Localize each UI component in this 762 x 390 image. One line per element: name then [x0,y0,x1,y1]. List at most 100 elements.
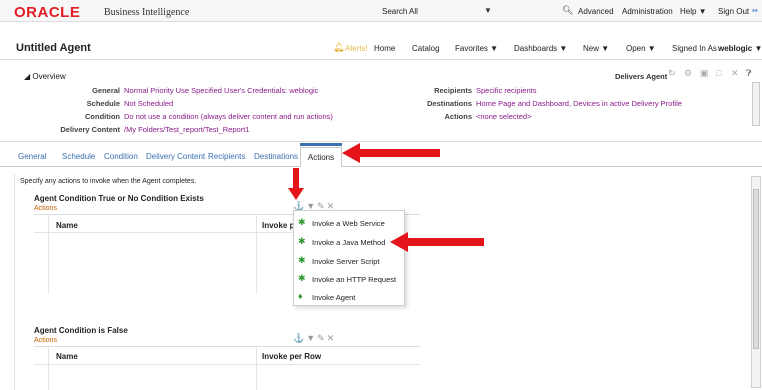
nav-advanced[interactable]: Advanced [578,7,614,16]
nav-administration[interactable]: Administration [622,7,673,16]
nav-open[interactable]: Open ▼ [626,44,656,53]
false-section-subtitle: Actions [34,337,57,344]
destinations-value[interactable]: Home Page and Dashboard, Devices in acti… [476,99,682,108]
false-col-name: Name [56,352,78,361]
true-grid-col-line2 [256,214,257,294]
arrow-shape [390,232,484,252]
tab-actions-label: Actions [307,153,335,162]
close-icon[interactable]: ✕ [731,68,739,79]
tab-general[interactable]: General [18,152,46,161]
page-title: Untitled Agent [16,42,91,54]
recipients-value[interactable]: Specific recipients [476,86,536,95]
arrow-to-add-action [288,168,304,200]
overview-scrollbar[interactable] [752,82,760,126]
recipients-label: Recipients [434,86,472,95]
tab-actions[interactable]: Actions [300,147,342,167]
add-action-icon[interactable]: ⚓ [293,333,306,343]
save-as-icon[interactable]: □ [716,68,721,78]
delivery-content-label: Delivery Content [60,125,120,134]
delete-icon[interactable]: ✕ [327,333,337,343]
add-action-menu-icon[interactable]: ▼ [306,333,317,343]
tab-delivery-content[interactable]: Delivery Content [146,152,205,161]
menu-invoke-java-method[interactable]: ✱ Invoke a Java Method [298,236,402,250]
false-grid-top [34,346,420,347]
nav-new[interactable]: New ▼ [583,44,609,53]
overview-panel: ◢ Overview General Normal Priority Use S… [0,60,762,142]
search-icon[interactable]: 🔍︎ [562,5,573,16]
more-icon[interactable]: ▪▪ [752,6,761,15]
action-icon: ✱ [298,273,306,283]
condition-label: Condition [85,112,120,121]
user-menu[interactable]: weblogic ▼ [718,44,762,53]
grid-dot: · [52,262,55,269]
run-icon[interactable]: ⚙ [684,68,692,79]
menu-invoke-web-service[interactable]: ✱ Invoke a Web Service [298,217,402,231]
action-icon: ✱ [298,236,306,246]
actions-value[interactable]: <none selected> [476,112,531,121]
nav-favorites[interactable]: Favorites ▼ [455,44,498,53]
tab-destinations[interactable]: Destinations [254,152,298,161]
false-grid-col-line [48,346,49,390]
overview-toggle[interactable]: ◢ Overview [24,72,66,81]
general-label: General [92,86,120,95]
nav-sign-out[interactable]: Sign Out [718,7,749,16]
grid-dot: · [52,276,55,283]
grid-dot: · [52,378,55,385]
true-col-name: Name [56,221,78,230]
schedule-value[interactable]: Not Scheduled [124,99,173,108]
condition-value[interactable]: Do not use a condition (always deliver c… [124,112,333,121]
alerts-link[interactable]: Alerts! [345,44,368,53]
menu-label: Invoke Agent [312,293,356,302]
nav-catalog[interactable]: Catalog [412,44,440,53]
top-bar: ORACLE Business Intelligence Search All … [0,0,762,22]
main-scrollbar[interactable] [751,176,761,388]
active-tab-indicator [300,143,342,146]
alert-icon[interactable]: 🔔︎ [333,42,344,52]
action-icon: ✱ [298,255,306,265]
true-section-subtitle: Actions [34,205,57,212]
schedule-label: Schedule [86,99,120,108]
tab-recipients[interactable]: Recipients [208,152,245,161]
arrow-shape [342,143,440,163]
menu-label: Invoke a Java Method [312,238,386,247]
save-icon[interactable]: ▣ [700,68,709,79]
true-grid-header-line [34,232,294,233]
chevron-down-icon[interactable]: ▼ [484,6,492,15]
actions-instruction: Specify any actions to invoke when the A… [20,178,197,185]
product-name: Business Intelligence [104,7,190,18]
add-action-menu: ✱ Invoke a Web Service ✱ Invoke a Java Met… [293,210,405,306]
delivery-content-value[interactable]: /My Folders/Test_report/Test_Report1 [124,125,249,134]
arrow-shape [288,168,304,200]
nav-help[interactable]: Help ▼ [680,7,707,16]
false-actions-toolbar[interactable]: ⚓▼✎✕ [293,333,336,344]
search-scope-select[interactable]: All [409,7,418,16]
search-label: Search [382,7,408,16]
tab-schedule[interactable]: Schedule [62,152,95,161]
menu-label: Invoke Server Script [312,257,380,266]
arrow-to-java-method [390,232,484,252]
title-bar: Untitled Agent 🔔︎ Alerts! Home Catalog F… [0,36,762,60]
edit-icon[interactable]: ✎ [317,333,327,343]
true-section-title: Agent Condition True or No Condition Exi… [34,194,204,203]
scrollbar-thumb[interactable] [753,189,759,349]
arrow-to-actions-tab [342,143,440,163]
false-grid-col-line2 [256,346,257,390]
refresh-icon[interactable]: ↻ [668,68,676,79]
nav-dashboards[interactable]: Dashboards ▼ [514,44,567,53]
true-col-invoke: Invoke p [262,221,295,230]
menu-label: Invoke a Web Service [312,219,385,228]
menu-invoke-agent[interactable]: ♦ Invoke Agent [298,291,402,305]
signed-in-label: Signed In As [672,44,717,53]
menu-label: Invoke an HTTP Request [312,275,397,284]
actions-label: Actions [444,112,472,121]
help-icon[interactable]: ❓︎ [746,68,751,79]
nav-home[interactable]: Home [374,44,395,53]
overview-label: Overview [32,72,66,81]
delivers-agent-label: Delivers Agent [615,72,668,81]
menu-invoke-server-script[interactable]: ✱ Invoke Server Script [298,255,402,269]
general-value[interactable]: Normal Priority Use Specified User's Cre… [124,86,318,95]
false-col-invoke: Invoke per Row [262,352,322,361]
false-section-title: Agent Condition is False [34,326,128,335]
tab-condition[interactable]: Condition [104,152,138,161]
menu-invoke-http-request[interactable]: ✱ Invoke an HTTP Request [298,273,402,287]
